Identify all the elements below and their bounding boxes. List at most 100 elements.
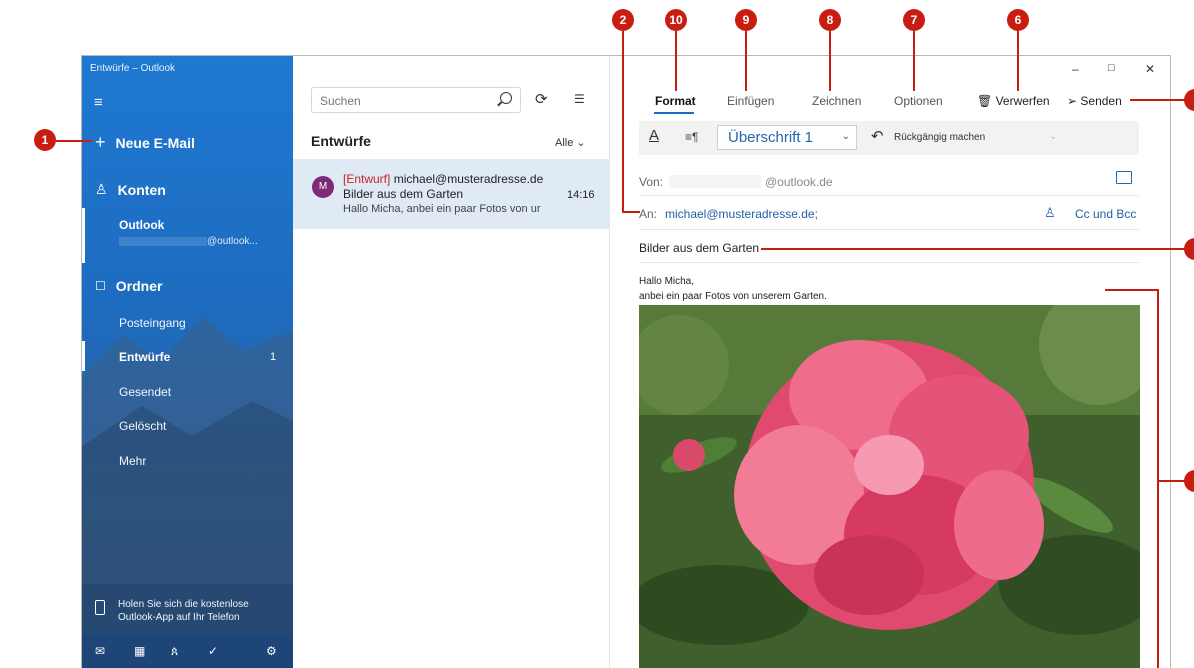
body-text[interactable]: Hallo Micha,: [639, 276, 694, 287]
callout-7: 7: [903, 9, 925, 31]
sender-address: michael@musteradresse.de: [393, 172, 544, 186]
callout-line: [56, 140, 92, 142]
filter-dropdown[interactable]: Alle ⌄: [555, 136, 586, 149]
undo-label[interactable]: Rückgängig machen: [894, 132, 985, 143]
tab-format[interactable]: Format: [655, 94, 696, 108]
app-promo-text[interactable]: Holen Sie sich die kostenlose Outlook-Ap…: [118, 598, 278, 624]
body-text[interactable]: anbei ein paar Fotos von unserem Garten.: [639, 291, 827, 302]
minimize-button[interactable]: –: [1072, 62, 1079, 76]
search-placeholder: Suchen: [320, 94, 361, 108]
subject-field[interactable]: Bilder aus dem Garten: [639, 241, 759, 255]
people-icon[interactable]: ጰ: [171, 644, 178, 659]
tab-insert[interactable]: Einfügen: [727, 94, 774, 108]
paragraph-icon[interactable]: ≡¶: [685, 130, 698, 144]
popout-icon[interactable]: [1116, 171, 1132, 184]
callout-bracket: [1105, 289, 1159, 291]
from-label: Von:: [639, 175, 664, 189]
discard-label: Verwerfen: [995, 94, 1050, 108]
person-icon[interactable]: ♙: [1044, 205, 1056, 221]
callout-partial: [1184, 89, 1194, 111]
callout-line: [622, 211, 640, 213]
calendar-icon[interactable]: ▦: [134, 644, 145, 658]
tab-options[interactable]: Optionen: [894, 94, 943, 108]
filter-label: Alle: [555, 137, 574, 149]
bottom-nav-bar: [82, 634, 293, 668]
undo-dropdown-icon[interactable]: ⌄: [1049, 131, 1057, 142]
to-field[interactable]: michael@musteradresse.de;: [665, 207, 818, 221]
list-item[interactable]: M [Entwurf] michael@musteradresse.de Bil…: [293, 159, 609, 229]
callout-line: [829, 31, 831, 91]
select-mode-icon[interactable]: ☰: [574, 92, 585, 106]
folder-title: Entwürfe: [311, 133, 371, 149]
callout-line: [1017, 31, 1019, 91]
phone-icon: [95, 600, 105, 615]
callout-line: [622, 31, 624, 212]
new-mail-button[interactable]: + Neue E-Mail: [95, 132, 195, 153]
maximize-button[interactable]: □: [1108, 62, 1115, 74]
undo-icon[interactable]: ↶: [871, 127, 884, 145]
callout-line: [761, 248, 1188, 250]
send-button[interactable]: ➢ Senden: [1067, 94, 1122, 108]
message-list-pane: Suchen ⟳ ☰ Entwürfe Alle ⌄ M [Entwurf] m…: [293, 56, 610, 668]
chevron-down-icon: ⌄: [841, 131, 850, 142]
divider: [639, 195, 1139, 196]
search-icon[interactable]: [500, 92, 512, 104]
callout-partial: [1184, 238, 1194, 260]
mail-icon[interactable]: ✉: [95, 644, 105, 658]
accounts-header[interactable]: ♙ Konten: [95, 181, 166, 198]
account-email: @outlook...: [119, 236, 258, 247]
discard-button[interactable]: 🗑 Verwerfen: [977, 94, 1050, 108]
callout-partial: [1184, 470, 1194, 492]
sync-icon[interactable]: ⟳: [535, 90, 548, 108]
person-icon: ♙: [95, 181, 108, 197]
callout-9: 9: [735, 9, 757, 31]
search-input[interactable]: Suchen: [311, 87, 521, 113]
todo-icon[interactable]: ✓: [208, 644, 218, 658]
format-toolbar: A ≡¶ Überschrift 1 ⌄ ↶ Rückgängig machen…: [639, 121, 1139, 155]
callout-line: [913, 31, 915, 91]
account-name[interactable]: Outlook: [119, 218, 164, 232]
sidebar-item-drafts[interactable]: Entwürfe: [119, 350, 170, 364]
avatar: M: [312, 176, 334, 198]
message-subject: Bilder aus dem Garten: [343, 187, 464, 201]
callout-bracket: [1157, 289, 1159, 668]
divider: [639, 229, 1139, 230]
callout-line: [1130, 99, 1188, 101]
sidebar-item-more[interactable]: Mehr: [119, 454, 146, 468]
active-tab-indicator: [654, 112, 694, 114]
folders-label: Ordner: [115, 278, 163, 294]
sidebar-item-sent[interactable]: Gesendet: [119, 385, 171, 399]
style-value: Überschrift 1: [728, 129, 814, 146]
send-label: Senden: [1080, 94, 1122, 108]
sidebar-item-inbox[interactable]: Posteingang: [119, 316, 186, 330]
font-color-icon[interactable]: A: [649, 127, 659, 144]
trash-icon: 🗑: [977, 94, 993, 108]
redacted-text: [669, 175, 761, 188]
message-preview: Hallo Micha, anbei ein paar Fotos von ur: [343, 203, 541, 215]
close-button[interactable]: ✕: [1145, 62, 1155, 76]
plus-icon: +: [95, 132, 106, 152]
hamburger-menu-icon[interactable]: ≡: [94, 94, 103, 111]
message-sender: [Entwurf] michael@musteradresse.de: [343, 172, 543, 186]
redacted-text: [119, 236, 207, 246]
to-label: An:: [639, 207, 658, 221]
message-time: 14:16: [567, 189, 595, 201]
selected-indicator: [82, 208, 85, 263]
folders-header[interactable]: ☐ Ordner: [95, 278, 162, 294]
sidebar-item-deleted[interactable]: Gelöscht: [119, 419, 166, 433]
style-select[interactable]: Überschrift 1 ⌄: [717, 125, 857, 150]
callout-10: 10: [665, 9, 687, 31]
flower-photo[interactable]: [639, 305, 1140, 668]
callout-1: 1: [34, 129, 56, 151]
compose-pane: – □ ✕ Format Einfügen Zeichnen Optionen …: [609, 56, 1170, 668]
callout-2: 2: [612, 9, 634, 31]
sidebar: Entwürfe – Outlook ≡ + Neue E-Mail ♙ Kon…: [82, 56, 293, 668]
settings-icon[interactable]: ⚙: [266, 644, 277, 658]
callout-8: 8: [819, 9, 841, 31]
account-email-suffix: @outlook...: [207, 236, 258, 247]
cc-bcc-link[interactable]: Cc und Bcc: [1075, 207, 1136, 221]
divider: [639, 262, 1139, 263]
from-domain[interactable]: @outlook.de: [765, 175, 833, 189]
send-icon: ➢: [1067, 94, 1078, 108]
tab-draw[interactable]: Zeichnen: [812, 94, 861, 108]
